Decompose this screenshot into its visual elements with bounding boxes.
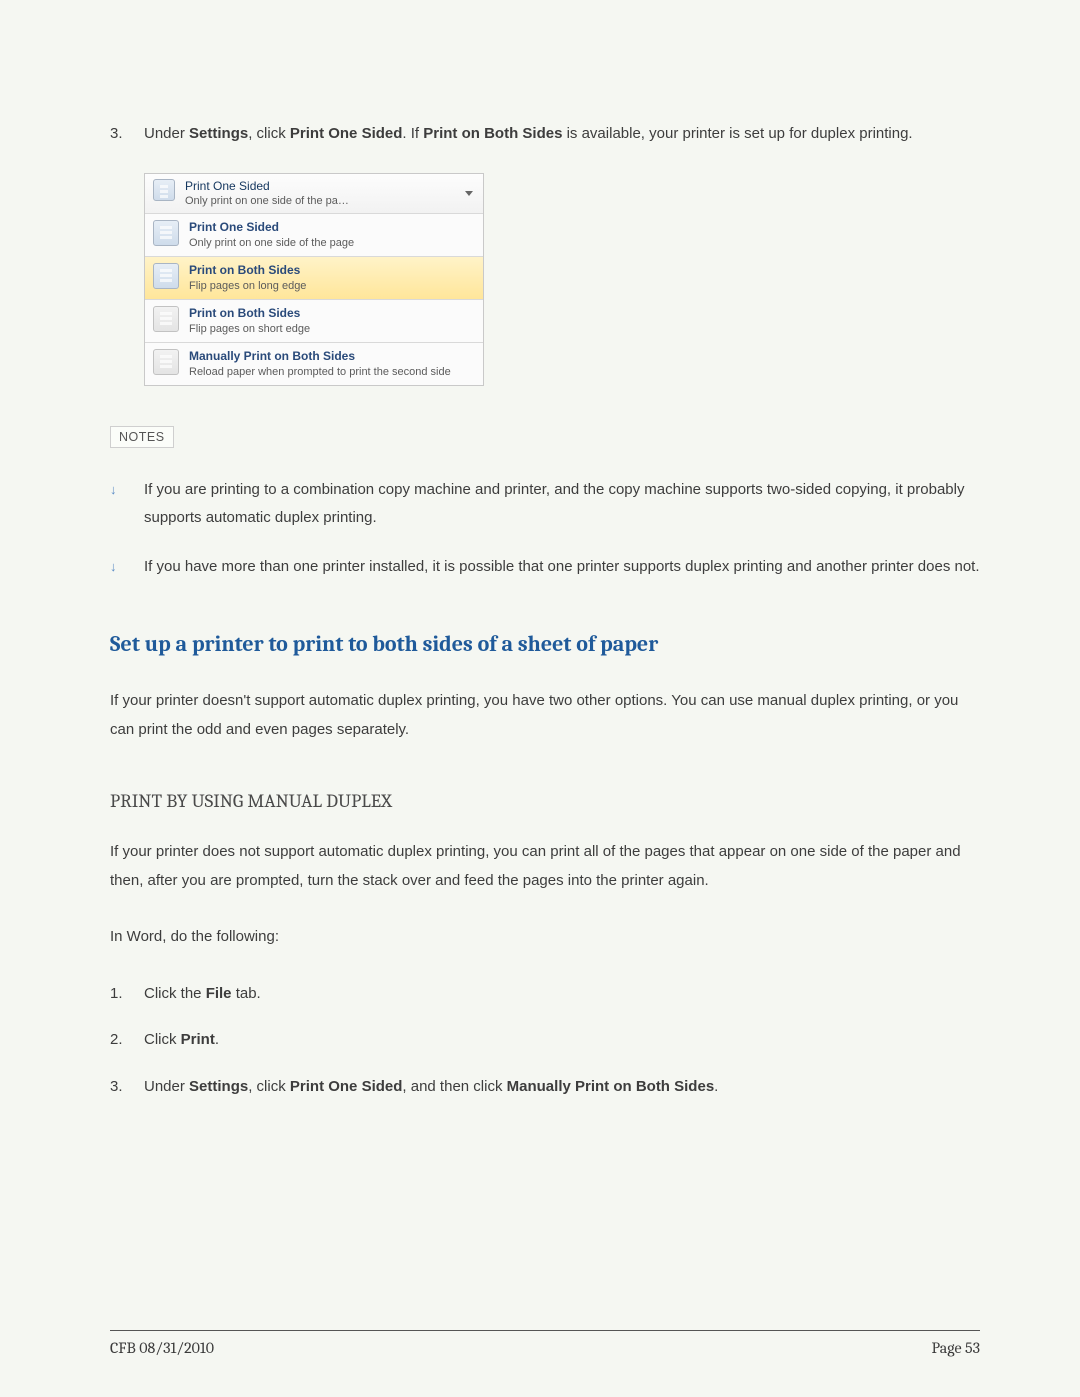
option-title: Print on Both Sides: [189, 306, 475, 322]
dropdown-selected-desc: Only print on one side of the pa…: [185, 194, 475, 208]
sub-step-2: 2. Click Print.: [110, 1026, 980, 1055]
down-arrow-icon: ↓: [110, 478, 144, 535]
bold-print-one-sided: Print One Sided: [290, 1078, 403, 1095]
down-arrow-icon: ↓: [110, 555, 144, 584]
option-text: Print One Sided Only print on one side o…: [189, 220, 475, 250]
option-title: Print One Sided: [189, 220, 475, 236]
footer-left: CFB 08/31/2010: [110, 1339, 214, 1357]
text: Under: [144, 1078, 189, 1095]
step-number: 1.: [110, 980, 144, 1009]
page-icon: [153, 179, 175, 201]
sub-step-1: 1. Click the File tab.: [110, 980, 980, 1009]
dropdown-option-manual: Manually Print on Both Sides Reload pape…: [145, 343, 483, 385]
print-sides-dropdown: Print One Sided Only print on one side o…: [144, 173, 484, 386]
text: , and then click: [402, 1078, 506, 1095]
option-text: Print on Both Sides Flip pages on short …: [189, 306, 475, 336]
step-text: Under Settings, click Print One Sided. I…: [144, 120, 913, 149]
text: , click: [248, 1078, 290, 1095]
bold-settings: Settings: [189, 1078, 248, 1095]
bold-print-one-sided: Print One Sided: [290, 125, 403, 142]
dropdown-option-one-sided: Print One Sided Only print on one side o…: [145, 214, 483, 257]
dropdown-selected-title: Print One Sided: [185, 179, 475, 195]
notes-label: NOTES: [110, 426, 174, 448]
text: . If: [402, 125, 423, 142]
text: Click: [144, 1031, 181, 1048]
option-text: Manually Print on Both Sides Reload pape…: [189, 349, 475, 379]
bold-settings: Settings: [189, 125, 248, 142]
bold-manual-both-sides: Manually Print on Both Sides: [507, 1078, 715, 1095]
step-text: Under Settings, click Print One Sided, a…: [144, 1073, 718, 1102]
option-title: Manually Print on Both Sides: [189, 349, 475, 365]
subsection-title: PRINT BY USING MANUAL DUPLEX: [110, 790, 980, 812]
text: .: [714, 1078, 718, 1095]
bold-file: File: [206, 985, 232, 1002]
step-number: 3.: [110, 1073, 144, 1102]
option-desc: Flip pages on long edge: [189, 279, 475, 293]
dropdown-selected-text: Print One Sided Only print on one side o…: [185, 179, 475, 209]
option-desc: Flip pages on short edge: [189, 322, 475, 336]
manual-feed-icon: [153, 349, 179, 375]
dropdown-option-both-short: Print on Both Sides Flip pages on short …: [145, 300, 483, 343]
note-item-2: ↓ If you have more than one printer inst…: [110, 553, 980, 582]
subsection-paragraph-1: If your printer does not support automat…: [110, 838, 980, 895]
step-text: Click Print.: [144, 1026, 219, 1055]
step-number: 2.: [110, 1026, 144, 1055]
text: Under: [144, 125, 189, 142]
note-text: If you have more than one printer instal…: [144, 553, 980, 582]
sub-step-3: 3. Under Settings, click Print One Sided…: [110, 1073, 980, 1102]
section-title: Set up a printer to print to both sides …: [110, 631, 980, 657]
section-paragraph: If your printer doesn't support automati…: [110, 687, 980, 744]
page-footer: CFB 08/31/2010 Page 53: [110, 1330, 980, 1357]
dropdown-selected: Print One Sided Only print on one side o…: [145, 174, 483, 215]
text: , click: [248, 125, 290, 142]
chevron-down-icon: [465, 191, 473, 196]
option-desc: Reload paper when prompted to print the …: [189, 365, 475, 379]
bold-print-both-sides: Print on Both Sides: [423, 125, 562, 142]
bold-print: Print: [181, 1031, 215, 1048]
option-text: Print on Both Sides Flip pages on long e…: [189, 263, 475, 293]
step-3: 3. Under Settings, click Print One Sided…: [110, 120, 980, 149]
text: tab.: [232, 985, 261, 1002]
page-icon: [153, 220, 179, 246]
text: Click the: [144, 985, 206, 1002]
page-flip-icon: [153, 263, 179, 289]
note-text: If you are printing to a combination cop…: [144, 476, 980, 533]
option-desc: Only print on one side of the page: [189, 236, 475, 250]
footer-right: Page 53: [932, 1339, 980, 1357]
document-page: 3. Under Settings, click Print One Sided…: [0, 0, 1080, 1397]
dropdown-option-both-long: Print on Both Sides Flip pages on long e…: [145, 257, 483, 300]
step-text: Click the File tab.: [144, 980, 261, 1009]
option-title: Print on Both Sides: [189, 263, 475, 279]
subsection-paragraph-2: In Word, do the following:: [110, 923, 980, 952]
page-flip-icon: [153, 306, 179, 332]
footer-rule: [110, 1330, 980, 1331]
step-number: 3.: [110, 120, 144, 149]
text: .: [215, 1031, 219, 1048]
note-item-1: ↓ If you are printing to a combination c…: [110, 476, 980, 533]
text: is available, your printer is set up for…: [562, 125, 912, 142]
